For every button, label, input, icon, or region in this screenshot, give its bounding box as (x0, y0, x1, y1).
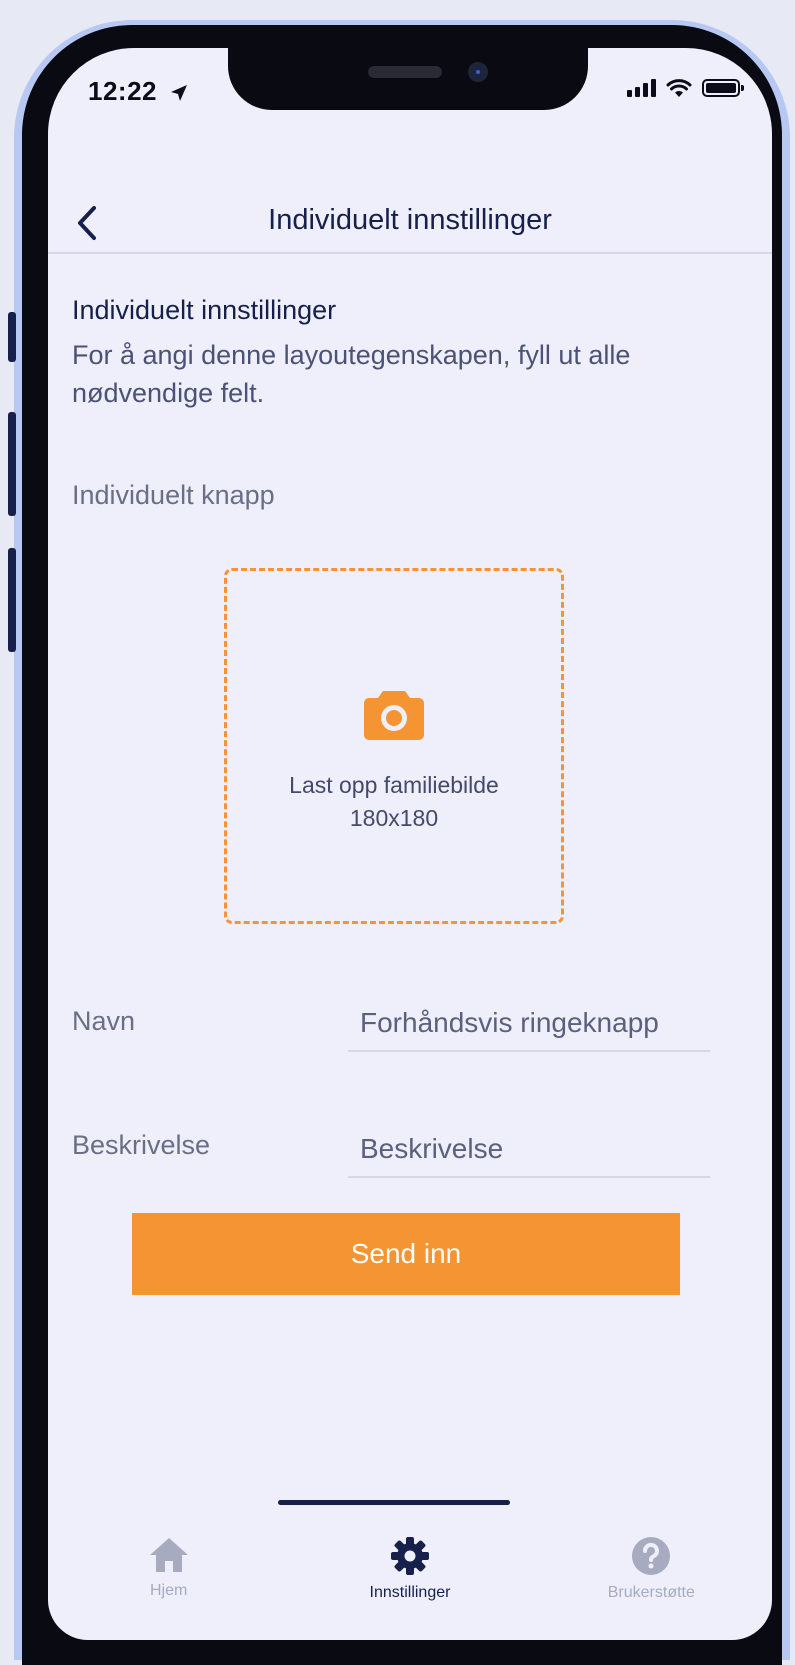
location-arrow-icon (170, 85, 187, 102)
side-button-volume-up (8, 412, 16, 516)
phone-screen: 12:22 Individuelt innstillinger Individu… (48, 48, 772, 1640)
tab-bar: Hjem Innstillinger Brukerstøtte (48, 1518, 772, 1628)
name-input[interactable] (348, 996, 710, 1052)
description-label: Beskrivelse (72, 1130, 211, 1160)
submit-button[interactable]: Send inn (132, 1213, 680, 1295)
help-icon (632, 1537, 671, 1575)
cellular-signal-icon (627, 79, 656, 97)
description-input[interactable] (348, 1122, 710, 1178)
section-title: Individuelt innstillinger (72, 295, 337, 325)
gear-icon (390, 1537, 429, 1575)
side-button-volume-down (8, 548, 16, 652)
nav-title: Individuelt innstillinger (268, 204, 552, 236)
battery-icon (702, 79, 744, 97)
photo-upload-area[interactable]: Last opp familiebilde 180x180 (224, 568, 564, 924)
tab-support-label: Brukerstøtte (607, 1584, 695, 1601)
tab-home-label: Hjem (149, 1582, 188, 1599)
navigation-bar: Individuelt innstillinger (48, 198, 772, 254)
tab-support[interactable]: Brukerstøtte (531, 1518, 772, 1628)
custom-button-label: Individuelt knapp (72, 480, 275, 510)
upload-label: Last opp familiebilde (289, 772, 499, 798)
notch (228, 48, 588, 110)
name-label: Navn (72, 1006, 136, 1036)
active-tab-indicator (278, 1500, 510, 1505)
status-bar-time: 12:22 (88, 76, 189, 107)
camera-icon (363, 687, 425, 746)
status-time-text: 12:22 (88, 76, 157, 106)
tab-settings-label: Innstillinger (369, 1584, 451, 1601)
upload-size-hint: 180x180 (349, 805, 439, 831)
section-description: For å angi denne layoutegenskapen, fyll … (72, 340, 631, 408)
home-icon (149, 1538, 188, 1572)
tab-home[interactable]: Hjem (48, 1518, 289, 1628)
side-button-mute (8, 312, 16, 362)
tab-settings[interactable]: Innstillinger (289, 1518, 530, 1628)
status-bar-icons (627, 78, 744, 98)
front-camera (468, 62, 488, 82)
wifi-icon (666, 79, 692, 97)
speaker-grille (368, 66, 442, 78)
